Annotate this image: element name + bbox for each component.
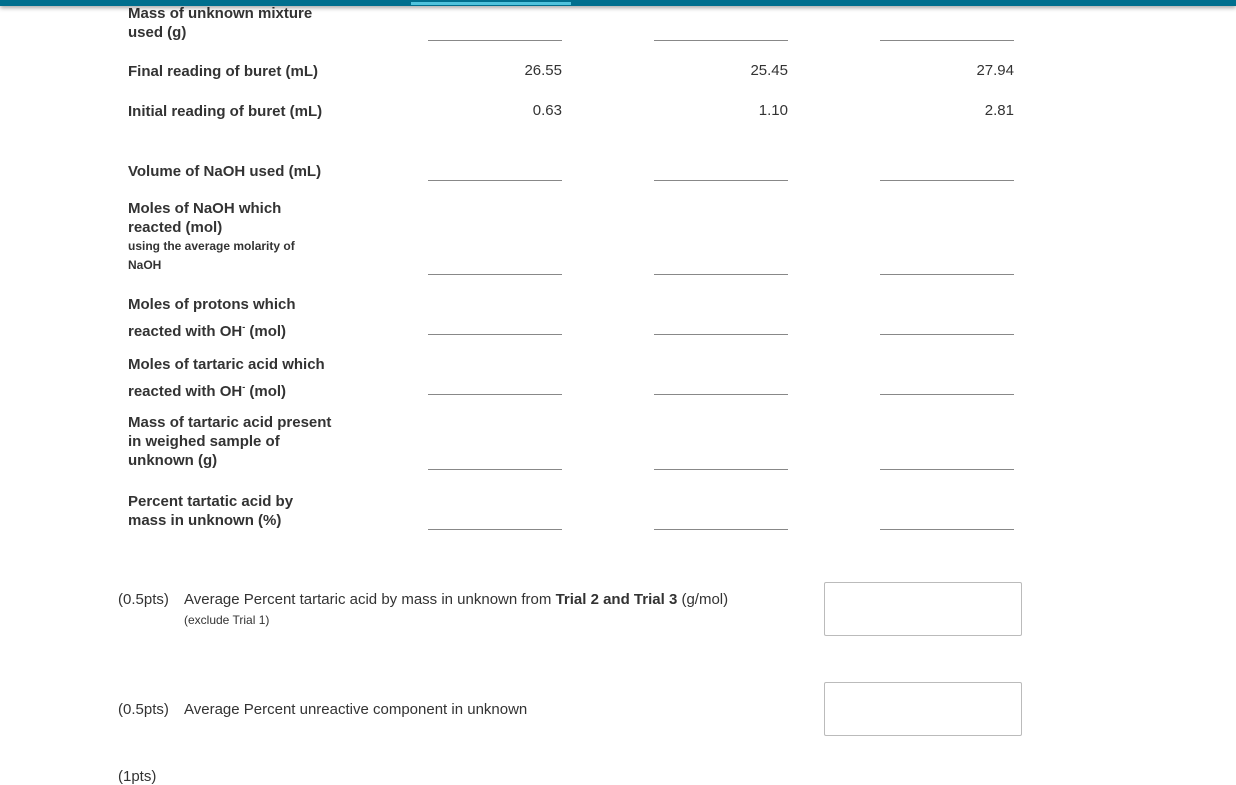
row-label: Final reading of buret (mL) bbox=[128, 63, 318, 80]
answer-blank-trial-2[interactable] bbox=[654, 274, 788, 275]
answer-input-average-percent-unreactive[interactable] bbox=[824, 682, 1022, 736]
answer-blank-trial-1[interactable] bbox=[428, 469, 562, 470]
value-trial-2: 25.45 bbox=[750, 62, 788, 79]
question-next: (1pts) bbox=[118, 768, 184, 785]
answer-blank-trial-3[interactable] bbox=[880, 334, 1014, 335]
answer-blank-trial-3[interactable] bbox=[880, 180, 1014, 181]
points-label: (0.5pts) bbox=[118, 591, 169, 608]
top-navigation-bar bbox=[0, 0, 1236, 6]
row-unit: (mol) bbox=[245, 383, 287, 400]
question-average-percent-unreactive: (0.5pts) Average Percent unreactive compo… bbox=[118, 701, 527, 718]
row-label-text: Moles of NaOH which reacted (mol) bbox=[128, 200, 282, 236]
question-bold-text: Trial 2 and Trial 3 bbox=[555, 591, 678, 608]
answer-blank-trial-3[interactable] bbox=[880, 40, 1014, 41]
answer-blank-trial-3[interactable] bbox=[880, 529, 1014, 530]
points-label: (1pts) bbox=[118, 768, 157, 785]
answer-blank-trial-2[interactable] bbox=[654, 180, 788, 181]
answer-blank-trial-3[interactable] bbox=[880, 274, 1014, 275]
value-trial-1: 0.63 bbox=[532, 102, 562, 119]
answer-blank-trial-2[interactable] bbox=[654, 40, 788, 41]
answer-blank-trial-2[interactable] bbox=[654, 529, 788, 530]
question-unit: (g/mol) bbox=[677, 591, 729, 608]
active-tab-indicator bbox=[411, 2, 571, 5]
answer-blank-trial-1[interactable] bbox=[428, 394, 562, 395]
row-label: Moles of protons which reacted with OH- … bbox=[128, 294, 328, 343]
row-label: Volume of NaOH used (mL) bbox=[128, 163, 322, 180]
answer-blank-trial-2[interactable] bbox=[654, 469, 788, 470]
question-text: Average Percent tartaric acid by mass in… bbox=[184, 591, 556, 608]
answer-blank-trial-1[interactable] bbox=[428, 40, 562, 41]
answer-blank-trial-1[interactable] bbox=[428, 274, 562, 275]
points-label: (0.5pts) bbox=[118, 701, 169, 718]
value-trial-2: 1.10 bbox=[758, 102, 788, 119]
answer-blank-trial-3[interactable] bbox=[880, 394, 1014, 395]
row-label: Moles of tartaric acid which reacted wit… bbox=[128, 354, 338, 403]
answer-blank-trial-3[interactable] bbox=[880, 469, 1014, 470]
answer-blank-trial-1[interactable] bbox=[428, 334, 562, 335]
value-trial-3: 2.81 bbox=[984, 102, 1014, 119]
row-label: Mass of tartaric acid present in weighed… bbox=[128, 414, 332, 469]
question-text: Average Percent unreactive component in … bbox=[184, 701, 528, 718]
value-trial-3: 27.94 bbox=[976, 62, 1014, 79]
row-label: Percent tartatic acid by mass in unknown… bbox=[128, 493, 294, 529]
answer-input-average-percent-tartaric[interactable] bbox=[824, 582, 1022, 636]
row-label-text: Moles of tartaric acid which reacted wit… bbox=[128, 356, 325, 400]
row-sublabel: using the average molarity of NaOH bbox=[128, 239, 295, 272]
answer-blank-trial-2[interactable] bbox=[654, 334, 788, 335]
answer-blank-trial-2[interactable] bbox=[654, 394, 788, 395]
value-trial-1: 26.55 bbox=[524, 62, 562, 79]
answer-blank-trial-1[interactable] bbox=[428, 529, 562, 530]
question-average-percent-tartaric: (0.5pts) Average Percent tartaric acid by… bbox=[118, 591, 729, 627]
question-note: (exclude Trial 1) bbox=[184, 613, 270, 627]
answer-blank-trial-1[interactable] bbox=[428, 180, 562, 181]
row-label: Mass of unknown mixture used (g) bbox=[128, 5, 313, 41]
row-label: Initial reading of buret (mL) bbox=[128, 103, 323, 120]
row-label: Moles of NaOH which reacted (mol) using t… bbox=[128, 199, 318, 275]
row-unit: (mol) bbox=[245, 323, 287, 340]
